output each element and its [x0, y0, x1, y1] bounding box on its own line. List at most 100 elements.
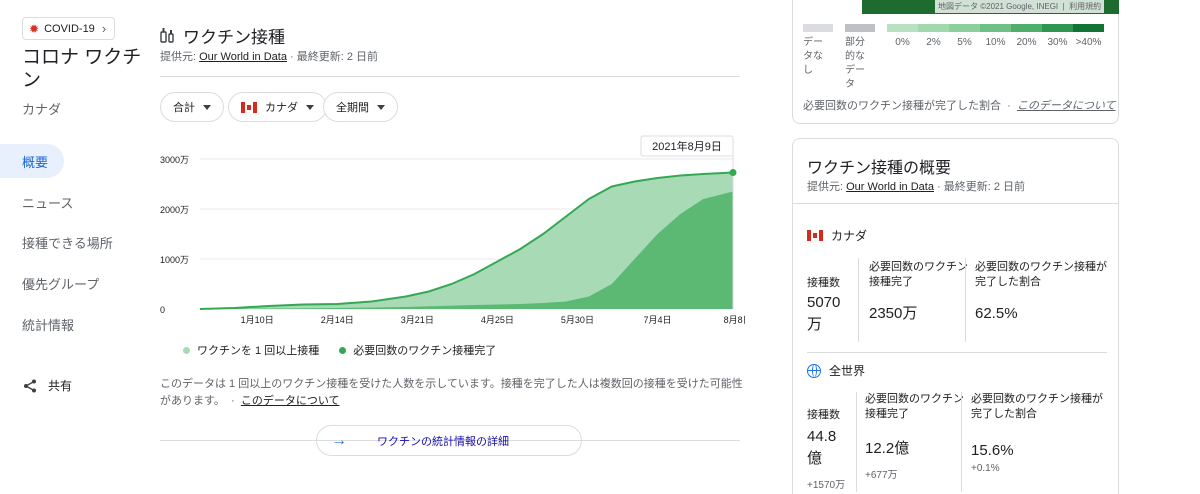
stat-label-fully: 必要回数のワクチン接種完了: [865, 393, 964, 420]
x-tick-label: 1月10日: [241, 315, 274, 325]
x-tick-label: 3月21日: [401, 315, 434, 325]
stat-value-doses: 5070万: [807, 294, 841, 333]
region-name: 全世界: [829, 364, 866, 378]
source-link[interactable]: Our World in Data: [846, 181, 934, 193]
swatch: [1073, 24, 1104, 32]
swatch: [980, 24, 1011, 32]
caret-down-icon: [377, 104, 385, 110]
stat-delta-percent: +0.1%: [971, 463, 1000, 474]
nav-item-overview[interactable]: 概要: [0, 144, 64, 178]
scale-label: 10%: [985, 37, 1006, 48]
swatch: [1011, 24, 1042, 32]
swatch: [1042, 24, 1073, 32]
overview-source: 提供元: Our World in Data · 最終更新: 2 日前: [807, 178, 1025, 194]
map-caption: 必要回数のワクチン接種が完了した割合 · このデータについて: [803, 100, 1116, 112]
period-filter-label: 全期間: [336, 102, 369, 114]
stat-label-percent: 必要回数のワクチン接種が完了した割合: [971, 393, 1103, 420]
share-button[interactable]: 共有: [22, 377, 72, 394]
section-title: ワクチン接種: [160, 23, 285, 48]
page-subtitle: カナダ: [22, 102, 62, 117]
legend-label: ワクチンを 1 回以上接種: [197, 345, 320, 357]
map-color-scale: データなし 部分的なデータ 0% 2% 5% 10% 20% 30% >40%: [803, 24, 1104, 92]
note-separator: ·: [231, 395, 235, 407]
swatch: [803, 24, 833, 32]
scale-bins: 0% 2% 5% 10% 20% 30% >40%: [887, 24, 1104, 92]
page-title: コロナ ワクチン: [22, 47, 142, 91]
section-source: 提供元: Our World in Data · 最終更新: 2 日前: [160, 48, 378, 64]
x-tick-label: 4月25日: [481, 315, 514, 325]
divider: [160, 76, 740, 77]
virus-icon: ✹: [29, 21, 40, 36]
total-filter-label: 合計: [173, 102, 195, 114]
map-about-data-link[interactable]: このデータについて: [1017, 100, 1116, 112]
legend-label: 必要回数のワクチン接種完了: [353, 345, 497, 357]
scale-bin: 2%: [918, 24, 949, 92]
scale-bin: 30%: [1042, 24, 1073, 92]
country-filter-dropdown[interactable]: カナダ: [228, 92, 327, 122]
stat-value-fully: 2350万: [869, 305, 918, 322]
region-canada-header: カナダ: [807, 227, 867, 244]
scale-label: データなし: [803, 37, 823, 76]
canada-flag-icon: [241, 101, 257, 113]
total-filter-dropdown[interactable]: 合計: [160, 92, 224, 122]
share-label: 共有: [48, 379, 73, 393]
y-tick-label: 1000万: [160, 255, 189, 265]
vaccine-stats-label: ワクチンの統計情報の詳細: [377, 435, 509, 448]
chart-legend: ワクチンを 1 回以上接種 必要回数のワクチン接種完了: [183, 342, 496, 358]
scale-label: 20%: [1016, 37, 1037, 48]
legend-item-at-least-one: ワクチンを 1 回以上接種: [183, 342, 319, 358]
stat-value-doses: 44.8億: [807, 428, 837, 467]
scale-no-data: データなし: [803, 24, 845, 92]
map-terms-link[interactable]: 利用規約: [1069, 2, 1101, 11]
caret-down-icon: [203, 104, 211, 110]
period-filter-dropdown[interactable]: 全期間: [323, 92, 398, 122]
country-filter-label: カナダ: [265, 102, 298, 114]
nav-item-locations[interactable]: 接種できる場所: [0, 225, 130, 259]
stat-label-doses: 接種数: [807, 277, 840, 289]
stat-delta-fully: +677万: [865, 470, 898, 481]
region-world-header: 全世界: [807, 362, 865, 379]
covid-chip-label: COVID-19: [44, 22, 95, 35]
about-data-link[interactable]: このデータについて: [241, 395, 340, 407]
nav-item-news[interactable]: ニュース: [0, 185, 130, 219]
swatch: [949, 24, 980, 32]
scale-label: >40%: [1075, 37, 1102, 48]
x-tick-label: 7月4日: [644, 315, 672, 325]
canada-flag-icon: [807, 230, 823, 241]
scale-partial: 部分的なデータ: [845, 24, 887, 92]
covid-chip[interactable]: ✹ COVID-19 ›: [22, 17, 116, 40]
source-link[interactable]: Our World in Data: [199, 51, 287, 63]
vertical-divider: [858, 258, 859, 342]
map-attribution-text: 地図データ ©2021 Google, INEGI: [938, 2, 1059, 11]
scale-label: 2%: [926, 37, 941, 48]
divider: [793, 203, 1118, 204]
stat-label-doses: 接種数: [807, 409, 840, 421]
stat-value-percent: 62.5%: [975, 305, 1018, 322]
vaccine-stats-button[interactable]: → ワクチンの統計情報の詳細: [316, 425, 582, 456]
stat-label-percent: 必要回数のワクチン接種が完了した割合: [975, 261, 1107, 288]
scale-label: 30%: [1047, 37, 1068, 48]
scale-label: 部分的なデータ: [845, 37, 865, 90]
swatch: [845, 24, 875, 32]
scale-label: 0%: [895, 37, 910, 48]
nav-item-statistics[interactable]: 統計情報: [0, 307, 130, 341]
scale-bin: 20%: [1011, 24, 1042, 92]
overview-title: ワクチン接種の概要: [807, 160, 952, 177]
stat-label-fully: 必要回数のワクチン接種完了: [869, 261, 968, 288]
source-prefix: 提供元:: [807, 181, 847, 193]
scale-label: 5%: [957, 37, 972, 48]
hover-dot: [729, 169, 737, 176]
y-tick-label: 2000万: [160, 205, 189, 215]
vaccination-area-chart[interactable]: 0 1000万 2000万 3000万 2021年8月9日 1月10日 2月14日 3月2…: [155, 135, 745, 330]
map-attribution: 地図データ ©2021 Google, INEGI | 利用規約: [935, 0, 1105, 13]
vaccine-icon: [160, 28, 174, 43]
vertical-divider: [965, 258, 966, 342]
legend-swatch: [183, 346, 190, 354]
x-tick-label: 2月14日: [321, 315, 354, 325]
svg-text:2021年8月9日: 2021年8月9日: [652, 139, 722, 153]
chevron-right-icon: ›: [101, 21, 107, 36]
chart-note: このデータは 1 回以上のワクチン接種を受けた人数を示しています。接種を完了した…: [160, 376, 745, 410]
date-tooltip: 2021年8月9日: [640, 135, 734, 157]
nav-item-priority-groups[interactable]: 優先グループ: [0, 266, 130, 300]
source-suffix: · 最終更新: 2 日前: [933, 181, 1026, 193]
